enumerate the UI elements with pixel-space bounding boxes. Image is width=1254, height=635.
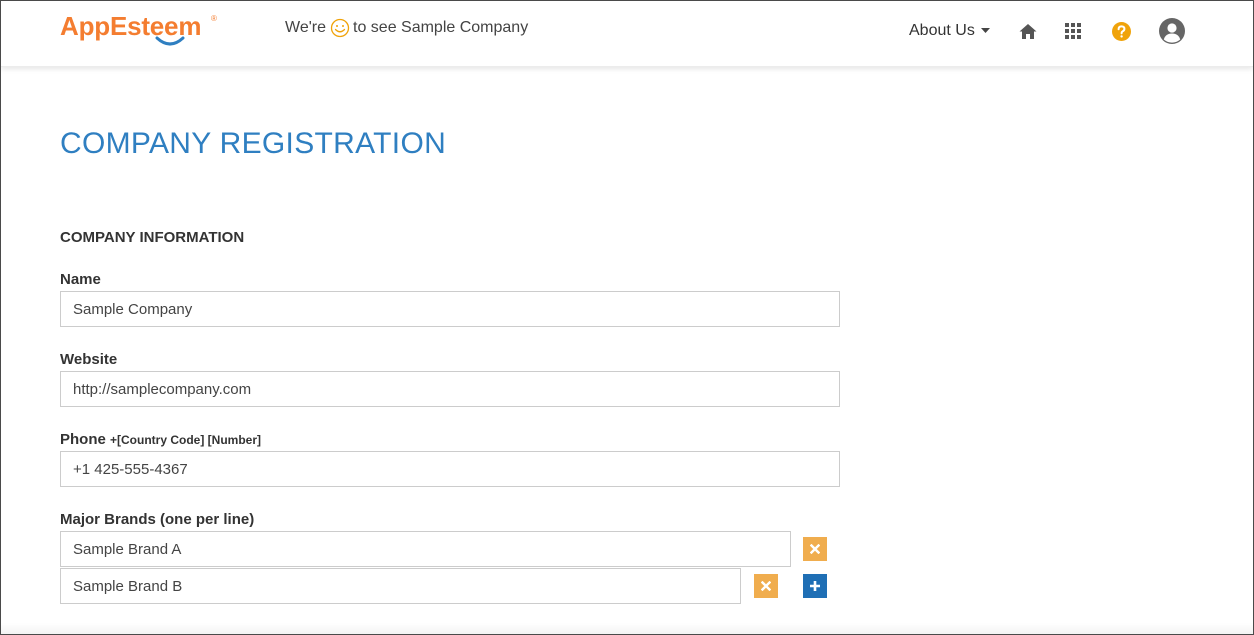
apps-grid-icon[interactable]	[1063, 21, 1083, 41]
name-input[interactable]	[60, 291, 840, 327]
remove-brand-1-button[interactable]	[803, 537, 827, 561]
brand-input-2[interactable]	[60, 568, 741, 604]
appesteem-logo[interactable]: AppEsteem ®	[60, 9, 230, 53]
caret-down-icon	[980, 28, 990, 34]
app-window: AppEsteem ® We're to see Sample Company …	[0, 0, 1254, 635]
about-us-dropdown[interactable]: About Us	[909, 22, 990, 40]
add-brand-button[interactable]	[803, 574, 827, 598]
user-account-icon[interactable]	[1158, 17, 1186, 45]
website-label: Website	[60, 351, 118, 368]
greeting-tagline: We're to see Sample Company	[285, 18, 528, 38]
logo-smile-icon	[155, 36, 185, 46]
about-us-label: About Us	[909, 22, 975, 39]
close-icon	[761, 581, 771, 591]
smiley-icon	[330, 18, 350, 38]
help-icon[interactable]	[1110, 20, 1132, 42]
phone-label: Phone +[Country Code] [Number]	[60, 431, 261, 448]
close-icon	[810, 544, 820, 554]
major-brands-label: Major Brands (one per line)	[60, 511, 255, 528]
phone-label-text: Phone	[60, 431, 106, 448]
logo-registered-mark: ®	[211, 14, 217, 23]
tagline-suffix: to see Sample Company	[353, 19, 529, 36]
brand-input-1[interactable]	[60, 531, 791, 567]
remove-brand-2-button[interactable]	[754, 574, 778, 598]
page-title: COMPANY REGISTRATION	[60, 127, 447, 160]
phone-input[interactable]	[60, 451, 840, 487]
bottom-shadow	[1, 623, 1253, 634]
website-input[interactable]	[60, 371, 840, 407]
tagline-prefix: We're	[285, 19, 326, 36]
phone-format-hint: +[Country Code] [Number]	[110, 433, 262, 447]
name-label: Name	[60, 271, 101, 288]
top-navbar: AppEsteem ® We're to see Sample Company …	[1, 1, 1253, 67]
home-icon[interactable]	[1017, 20, 1039, 42]
plus-icon	[810, 581, 820, 591]
section-title-company-information: COMPANY INFORMATION	[60, 229, 245, 246]
